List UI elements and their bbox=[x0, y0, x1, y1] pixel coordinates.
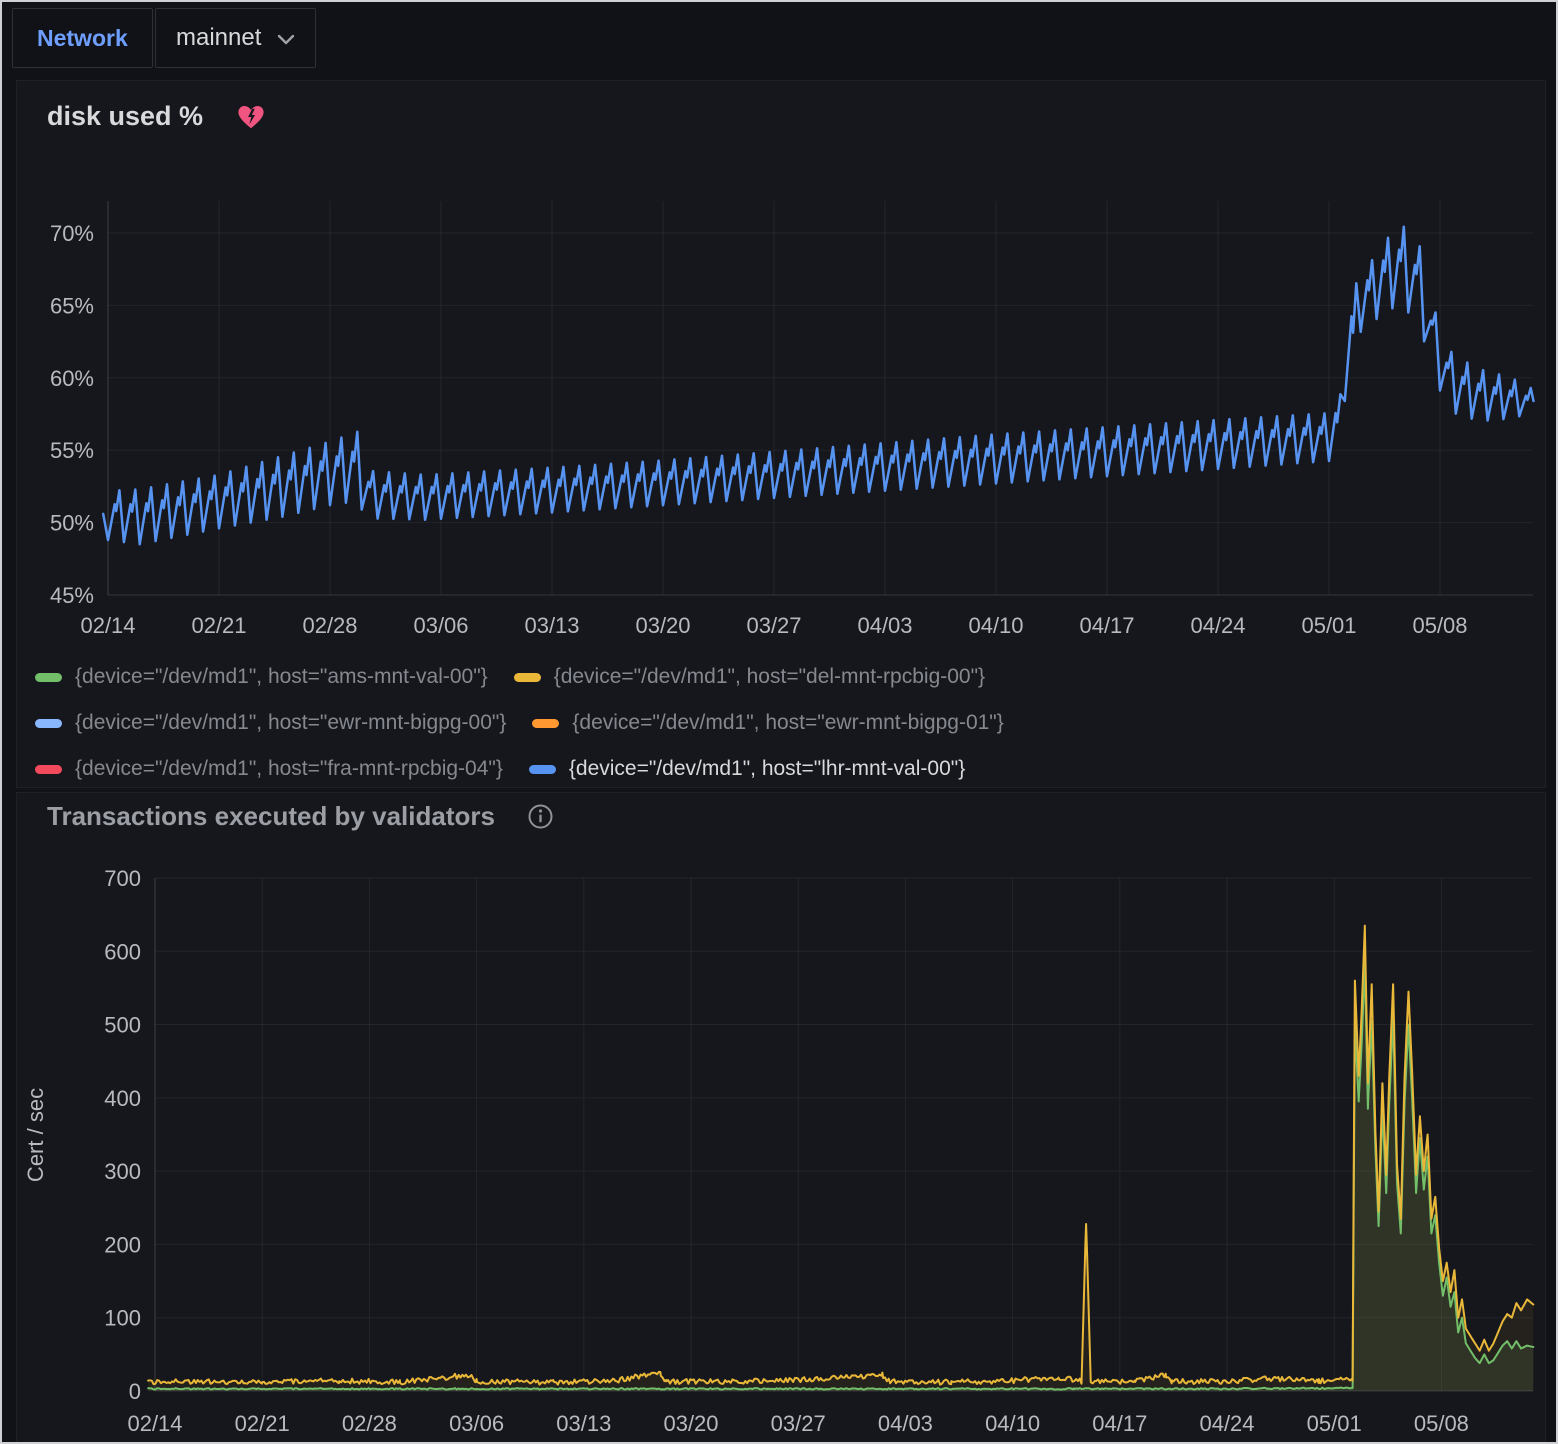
svg-text:04/24: 04/24 bbox=[1199, 1411, 1254, 1436]
legend-item[interactable]: {device="/dev/md1", host="ewr-mnt-bigpg-… bbox=[532, 711, 1003, 735]
svg-text:03/06: 03/06 bbox=[413, 613, 468, 638]
svg-text:04/03: 04/03 bbox=[878, 1411, 933, 1436]
legend-series-marker bbox=[532, 719, 559, 728]
legend-item[interactable]: {device="/dev/md1", host="ewr-mnt-bigpg-… bbox=[35, 711, 506, 735]
svg-text:700: 700 bbox=[104, 866, 141, 891]
svg-text:100: 100 bbox=[104, 1306, 141, 1331]
info-icon[interactable] bbox=[527, 803, 554, 830]
svg-text:02/28: 02/28 bbox=[342, 1411, 397, 1436]
svg-text:03/13: 03/13 bbox=[524, 613, 579, 638]
legend-series-label: {device="/dev/md1", host="ewr-mnt-bigpg-… bbox=[572, 711, 1003, 735]
legend-series-marker bbox=[35, 673, 62, 682]
svg-text:02/21: 02/21 bbox=[191, 613, 246, 638]
dashboard: Network mainnet disk used % 45% 50% 55% 60%… bbox=[0, 0, 1558, 1444]
svg-text:04/10: 04/10 bbox=[968, 613, 1023, 638]
legend: {device="/dev/md1", host="ams-mnt-val-00… bbox=[35, 654, 1004, 792]
legend-item[interactable]: {device="/dev/md1", host="fra-mnt-rpcbig… bbox=[35, 757, 503, 781]
svg-text:05/01: 05/01 bbox=[1307, 1411, 1362, 1436]
svg-text:0: 0 bbox=[129, 1379, 141, 1404]
panel-disk-used: disk used % 45% 50% 55% 60% 65% 70% 02/14 02/21… bbox=[16, 80, 1546, 788]
legend-item[interactable]: {device="/dev/md1", host="ams-mnt-val-00… bbox=[35, 665, 488, 689]
network-variable-label-text: Network bbox=[37, 25, 128, 52]
chart-transactions[interactable]: 0 100 200 300 400 500 600 700 02/14 02/21 02/28 03/… bbox=[17, 851, 1547, 1443]
panel-transactions: Transactions executed by validators 0 100… bbox=[16, 792, 1546, 1444]
legend-item[interactable]: {device="/dev/md1", host="lhr-mnt-val-00… bbox=[529, 757, 965, 781]
legend-series-label: {device="/dev/md1", host="ams-mnt-val-00… bbox=[75, 665, 488, 689]
legend-series-marker bbox=[529, 765, 556, 774]
legend-series-marker bbox=[35, 765, 62, 774]
svg-text:500: 500 bbox=[104, 1013, 141, 1038]
legend-series-marker bbox=[514, 673, 541, 682]
svg-text:300: 300 bbox=[104, 1159, 141, 1184]
svg-text:05/01: 05/01 bbox=[1301, 613, 1356, 638]
svg-text:05/08: 05/08 bbox=[1412, 613, 1467, 638]
svg-text:03/20: 03/20 bbox=[635, 613, 690, 638]
svg-text:60%: 60% bbox=[50, 366, 94, 391]
svg-text:02/21: 02/21 bbox=[235, 1411, 290, 1436]
svg-text:400: 400 bbox=[104, 1086, 141, 1111]
legend-item[interactable]: {device="/dev/md1", host="del-mnt-rpcbig… bbox=[514, 665, 985, 689]
svg-text:03/20: 03/20 bbox=[663, 1411, 718, 1436]
panel-disk-used-header: disk used % bbox=[17, 81, 1545, 132]
svg-text:03/27: 03/27 bbox=[771, 1411, 826, 1436]
svg-text:50%: 50% bbox=[50, 511, 94, 536]
svg-text:55%: 55% bbox=[50, 438, 94, 463]
panel-transactions-header: Transactions executed by validators bbox=[17, 793, 1545, 832]
svg-text:04/24: 04/24 bbox=[1190, 613, 1245, 638]
svg-text:04/10: 04/10 bbox=[985, 1411, 1040, 1436]
svg-text:04/17: 04/17 bbox=[1092, 1411, 1147, 1436]
svg-text:02/14: 02/14 bbox=[80, 613, 135, 638]
legend-row: {device="/dev/md1", host="ewr-mnt-bigpg-… bbox=[35, 700, 1004, 746]
svg-text:45%: 45% bbox=[50, 583, 94, 608]
network-variable-value: mainnet bbox=[176, 24, 261, 52]
chevron-down-icon bbox=[277, 24, 295, 52]
svg-text:02/14: 02/14 bbox=[127, 1411, 182, 1436]
network-variable-select[interactable]: mainnet bbox=[155, 8, 316, 68]
svg-text:03/06: 03/06 bbox=[449, 1411, 504, 1436]
chart-disk-used[interactable]: 45% 50% 55% 60% 65% 70% 02/14 02/21 02/28 03/06 03… bbox=[17, 181, 1547, 651]
svg-text:04/03: 04/03 bbox=[857, 613, 912, 638]
svg-text:02/28: 02/28 bbox=[302, 613, 357, 638]
broken-heart-icon bbox=[237, 104, 265, 130]
legend-series-label: {device="/dev/md1", host="fra-mnt-rpcbig… bbox=[75, 757, 503, 781]
svg-text:04/17: 04/17 bbox=[1079, 613, 1134, 638]
svg-text:03/13: 03/13 bbox=[556, 1411, 611, 1436]
y-axis-label: Cert / sec bbox=[23, 1088, 48, 1182]
svg-text:65%: 65% bbox=[50, 293, 94, 318]
legend-series-label: {device="/dev/md1", host="lhr-mnt-val-00… bbox=[569, 757, 965, 781]
legend-row: {device="/dev/md1", host="fra-mnt-rpcbig… bbox=[35, 746, 1004, 792]
svg-text:600: 600 bbox=[104, 939, 141, 964]
variables-bar: Network mainnet bbox=[2, 2, 1556, 76]
svg-text:05/08: 05/08 bbox=[1414, 1411, 1469, 1436]
legend-series-label: {device="/dev/md1", host="del-mnt-rpcbig… bbox=[554, 665, 985, 689]
svg-text:200: 200 bbox=[104, 1232, 141, 1257]
svg-text:70%: 70% bbox=[50, 221, 94, 246]
legend-row: {device="/dev/md1", host="ams-mnt-val-00… bbox=[35, 654, 1004, 700]
legend-series-label: {device="/dev/md1", host="ewr-mnt-bigpg-… bbox=[75, 711, 506, 735]
panel-transactions-title[interactable]: Transactions executed by validators bbox=[47, 801, 495, 832]
network-variable-label: Network bbox=[12, 8, 153, 68]
panel-disk-used-title[interactable]: disk used % bbox=[47, 101, 203, 132]
legend-series-marker bbox=[35, 719, 62, 728]
svg-text:03/27: 03/27 bbox=[746, 613, 801, 638]
